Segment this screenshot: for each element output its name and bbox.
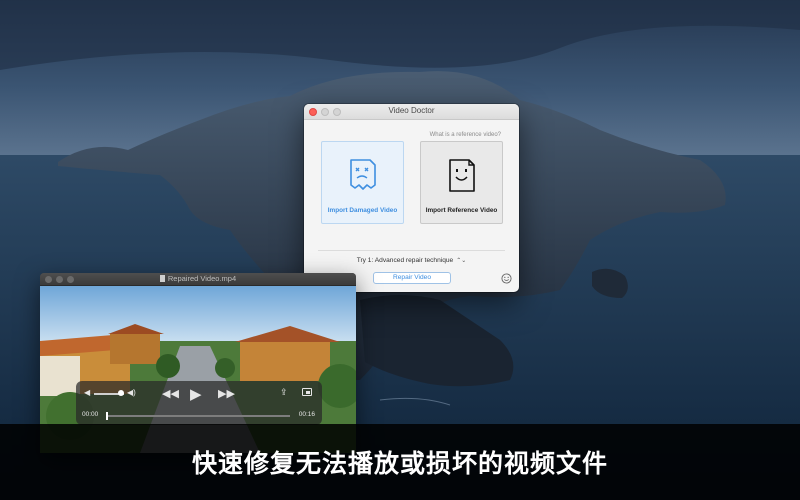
import-reference-video-button[interactable]: Import Reference Video [420,141,503,224]
video-doctor-window: Video Doctor What is a reference video? … [304,104,519,292]
document-icon [159,275,165,282]
player-titlebar: Repaired Video.mp4 [40,273,356,286]
happy-document-icon [449,159,475,192]
divider [318,250,505,251]
repair-video-button[interactable]: Repair Video [373,272,451,284]
sad-document-icon [350,159,376,190]
duration: 00:16 [298,411,315,418]
reference-video-help-link[interactable]: What is a reference video? [430,132,501,138]
reference-card-label: Import Reference Video [425,207,498,214]
fast-forward-icon[interactable]: ▶▶ [218,387,235,400]
playback-controls: ◀ ◀) ◀◀ ▶ ▶▶ ⇪ 00:00 00:16 [76,381,322,425]
rewind-icon[interactable]: ◀◀ [162,387,179,400]
damaged-card-label: Import Damaged Video [327,207,398,214]
volume-knob[interactable] [118,390,124,396]
scrubber-head[interactable] [106,412,108,420]
caption-text: 快速修复无法播放或损坏的视频文件 [191,450,608,478]
scrubber-track[interactable] [106,415,290,417]
import-damaged-video-button[interactable]: Import Damaged Video [321,141,404,224]
titlebar: Video Doctor [304,104,519,120]
player-title-text: Repaired Video.mp4 [167,274,237,283]
smiley-icon[interactable] [501,273,512,284]
caption-bar: 快速修复无法播放或损坏的视频文件 [0,424,800,500]
window-title: Video Doctor [388,106,435,115]
share-icon[interactable]: ⇪ [280,387,288,398]
repair-technique-selector[interactable]: Try 1: Advanced repair technique ⌃⌄ [304,257,519,264]
speaker-loud-icon[interactable]: ◀) [127,388,136,397]
repair-technique-label: Try 1: Advanced repair technique [356,257,454,264]
picture-in-picture-icon[interactable] [302,388,312,396]
player-title: Repaired Video.mp4 [40,274,356,283]
chevron-updown-icon: ⌃⌄ [456,258,467,264]
current-time: 00:00 [82,411,99,418]
play-icon[interactable]: ▶ [190,385,202,403]
speaker-icon[interactable]: ◀ [84,388,90,397]
